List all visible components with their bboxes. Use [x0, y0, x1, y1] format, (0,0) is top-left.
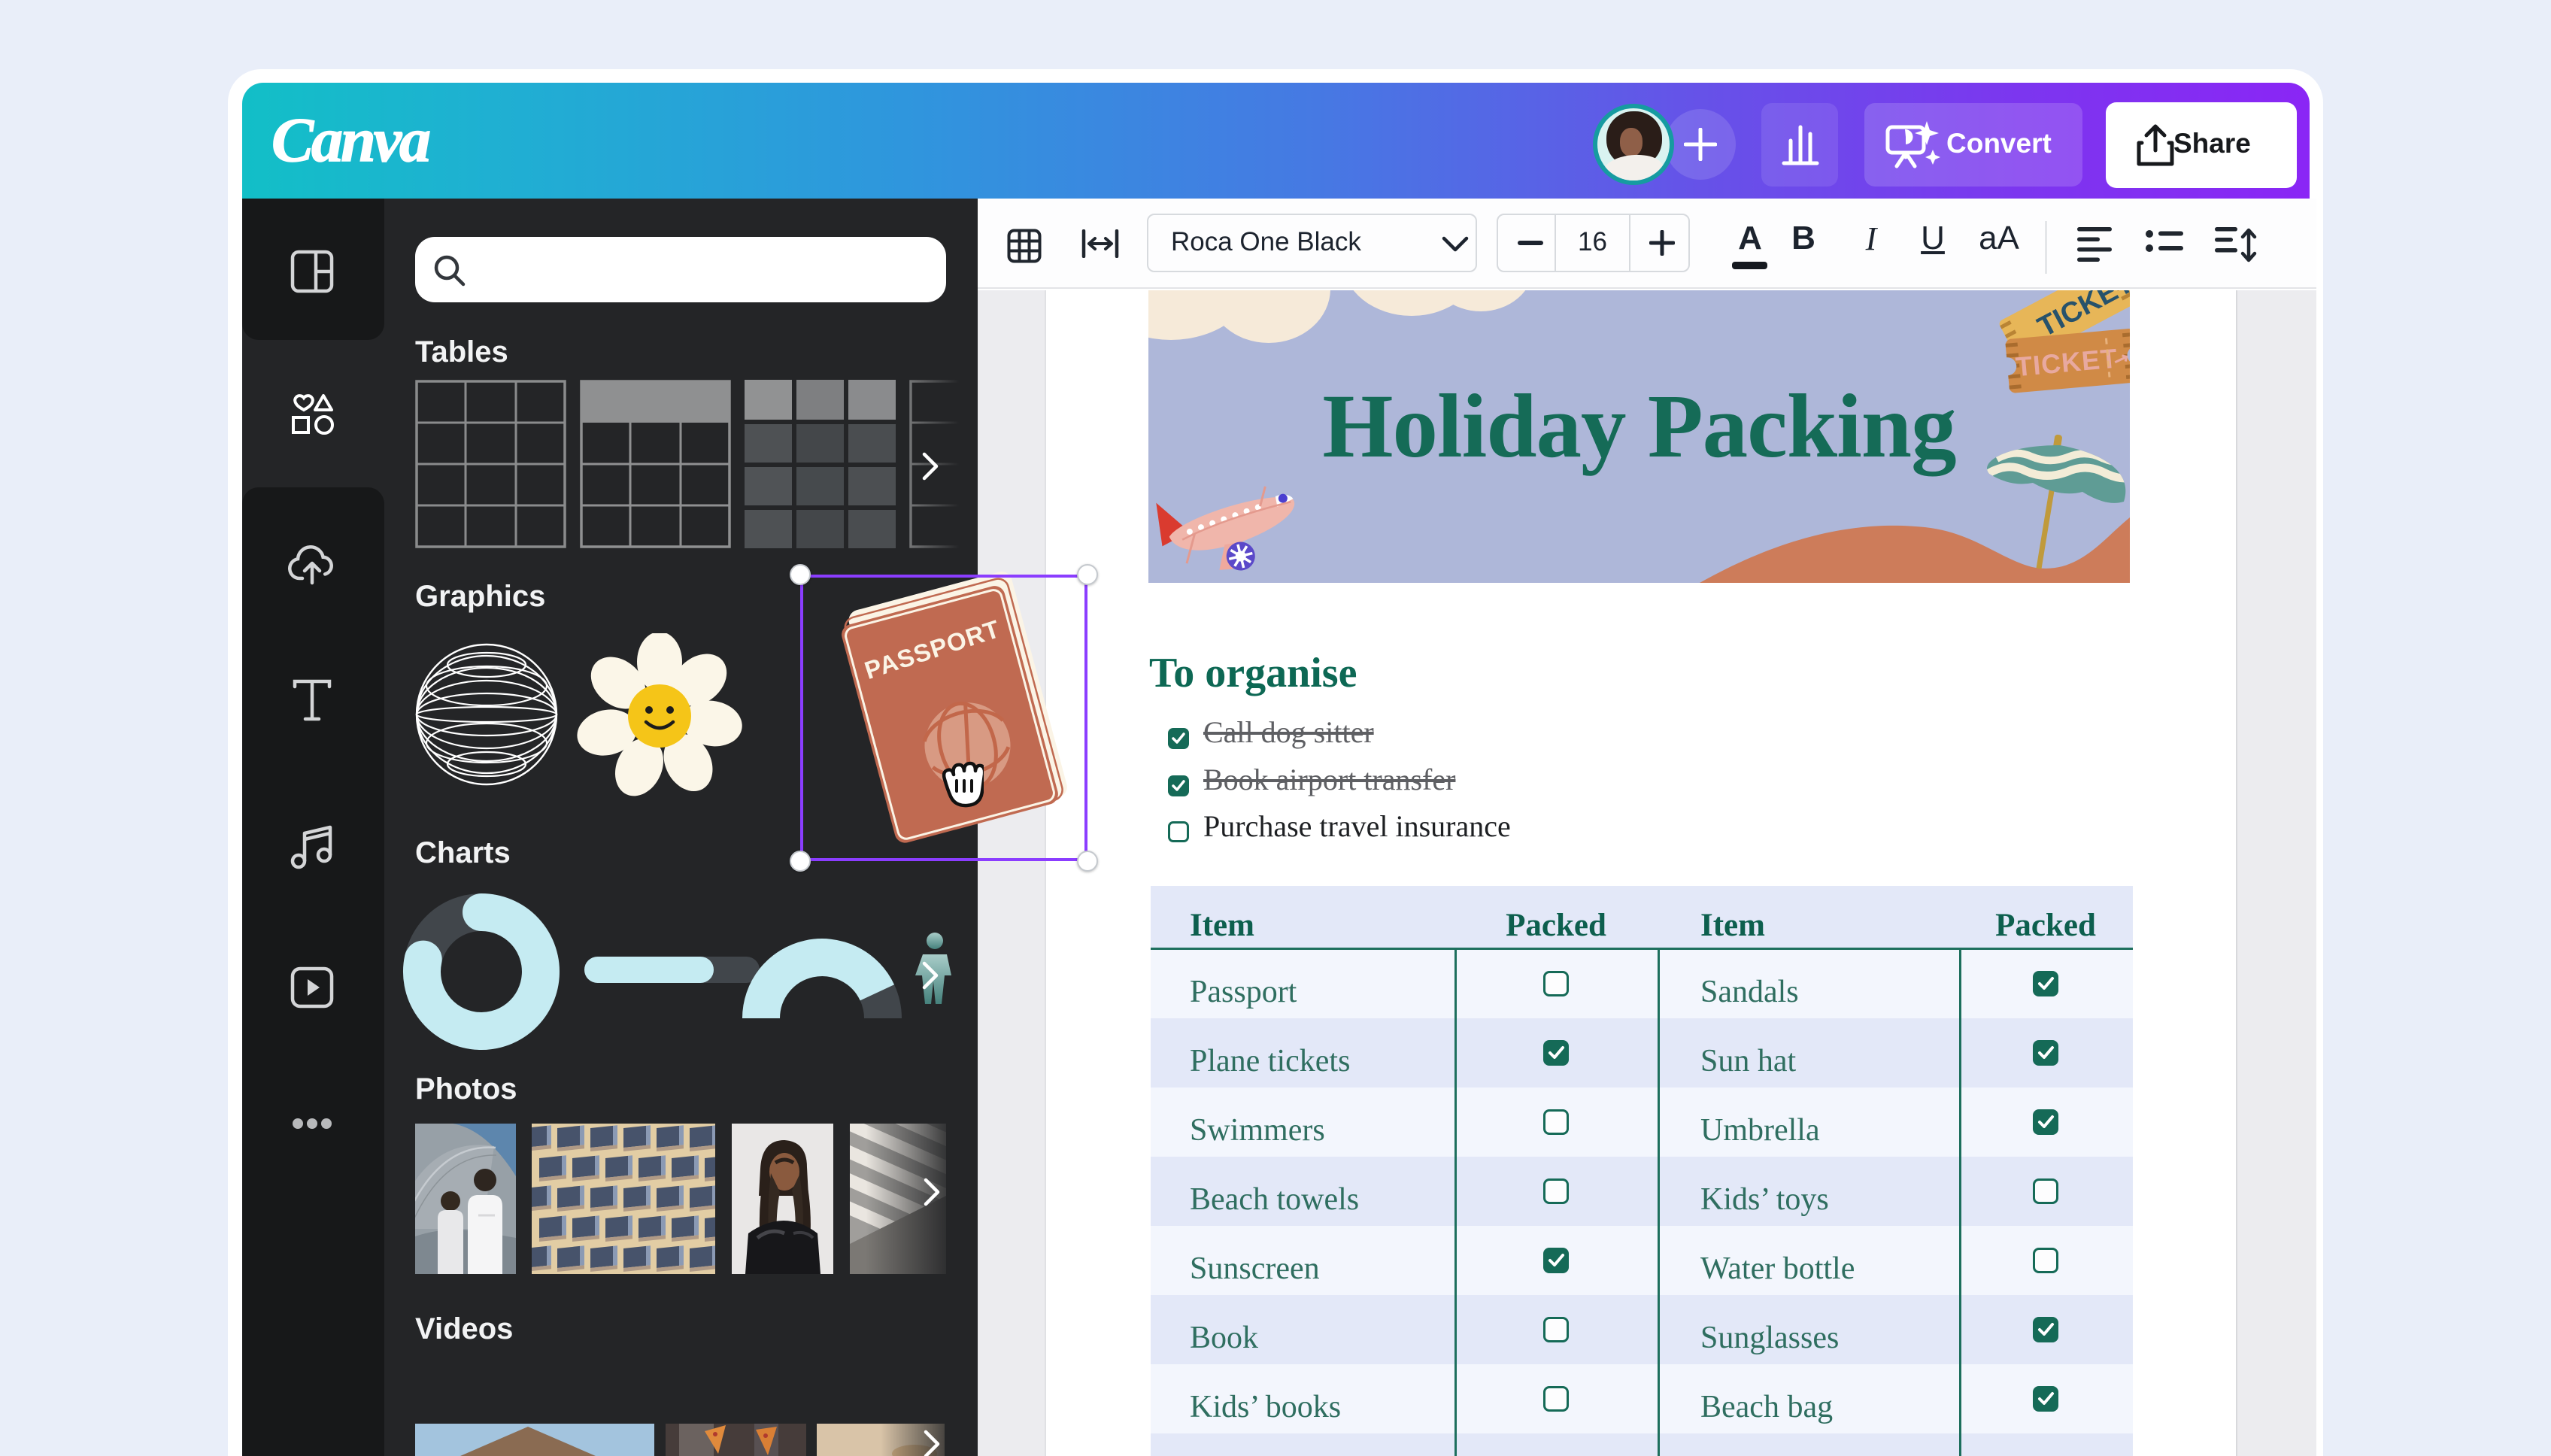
svg-text:Canva: Canva — [271, 105, 429, 175]
